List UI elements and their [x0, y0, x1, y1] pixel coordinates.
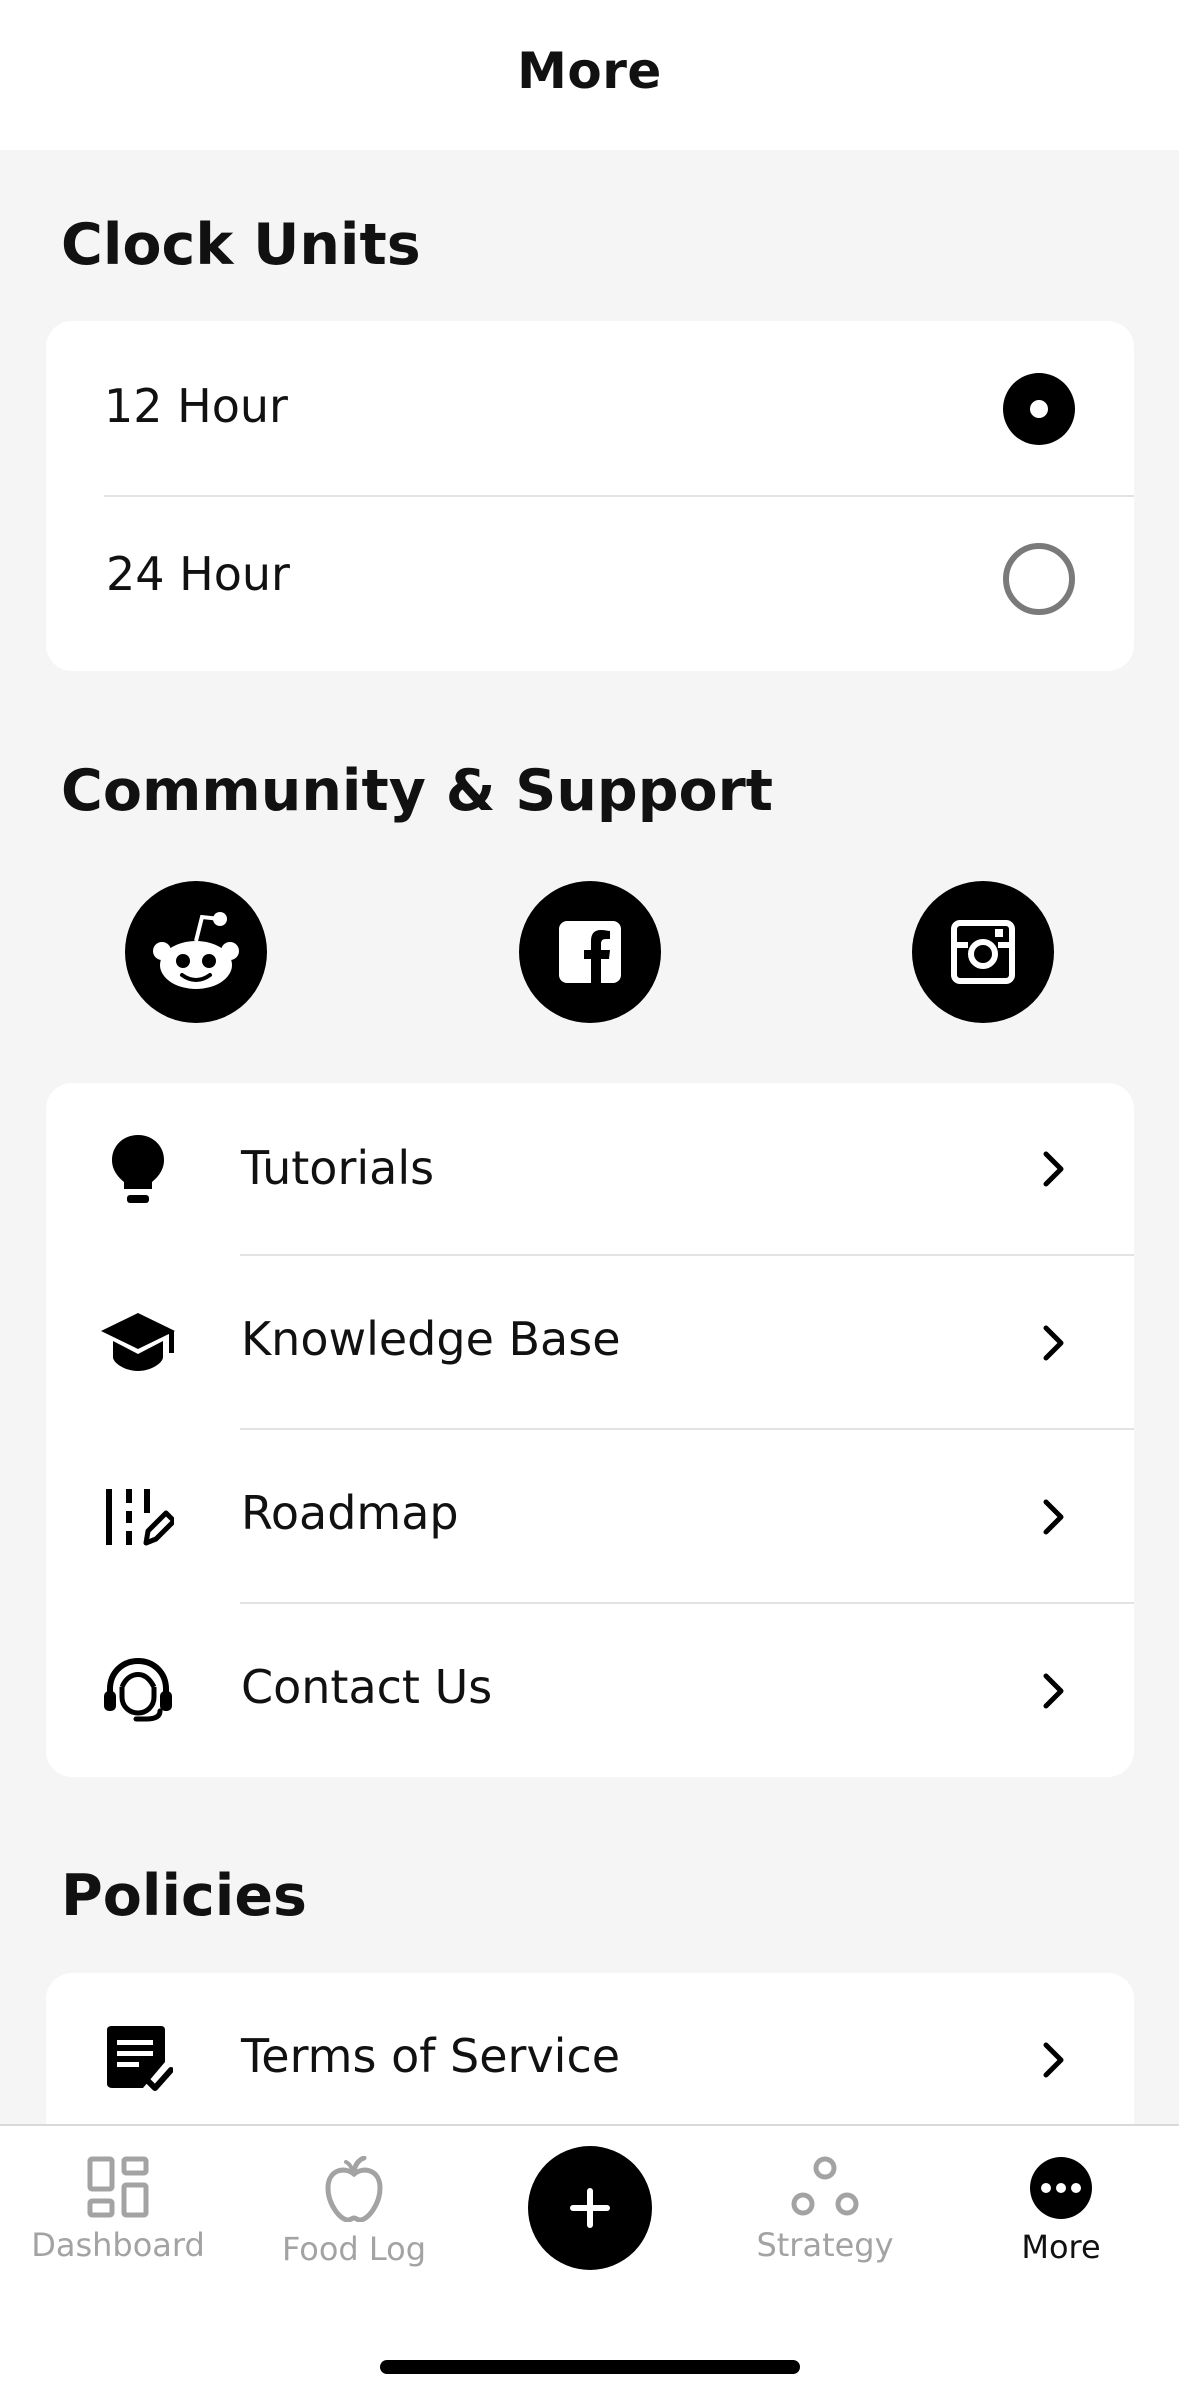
tab-label: More — [1021, 2228, 1101, 2266]
menu-item-contact-us[interactable]: Contact Us — [46, 1604, 1134, 1777]
menu-item-terms-of-service[interactable]: Terms of Service — [46, 1973, 1134, 2147]
chevron-right-icon — [1034, 1323, 1074, 1363]
tab-label: Food Log — [281, 2230, 427, 2268]
clock-option-12-hour[interactable]: 12 Hour — [46, 321, 1134, 495]
menu-item-label: Roadmap — [241, 1486, 459, 1540]
dashboard-icon — [87, 2156, 149, 2218]
plus-icon — [570, 2188, 610, 2228]
radio-selected-icon[interactable] — [1003, 373, 1075, 445]
menu-item-label: Knowledge Base — [241, 1312, 621, 1366]
headset-icon — [98, 1650, 178, 1730]
clock-option-label: 12 Hour — [104, 379, 288, 433]
instagram-button[interactable] — [912, 881, 1054, 1023]
tab-dashboard[interactable]: Dashboard — [0, 2156, 236, 2264]
community-support-title: Community & Support — [61, 758, 774, 824]
reddit-icon — [153, 912, 239, 989]
menu-item-knowledge-base[interactable]: Knowledge Base — [46, 1256, 1134, 1430]
menu-item-label: Contact Us — [241, 1660, 493, 1714]
lightbulb-icon — [98, 1129, 178, 1209]
menu-item-roadmap[interactable]: Roadmap — [46, 1430, 1134, 1604]
facebook-button[interactable] — [519, 881, 661, 1023]
menu-item-label: Terms of Service — [241, 2029, 621, 2083]
tab-more[interactable]: More — [943, 2156, 1179, 2266]
menu-item-label: Tutorials — [241, 1141, 435, 1195]
radio-unselected-icon[interactable] — [1003, 543, 1075, 615]
clock-units-card: 12 Hour 24 Hour — [46, 321, 1134, 671]
home-indicator — [380, 2360, 800, 2374]
document-check-icon — [98, 2019, 178, 2099]
chevron-right-icon — [1034, 1497, 1074, 1537]
tab-label: Strategy — [756, 2226, 894, 2264]
chevron-right-icon — [1034, 1671, 1074, 1711]
chevron-right-icon — [1034, 2040, 1074, 2080]
top-bar: More — [0, 0, 1179, 150]
reddit-button[interactable] — [125, 881, 267, 1023]
more-icon — [1030, 2157, 1092, 2219]
tab-food-log[interactable]: Food Log — [236, 2156, 472, 2268]
clock-units-title: Clock Units — [61, 212, 421, 278]
tab-strategy[interactable]: Strategy — [707, 2156, 943, 2264]
menu-item-tutorials[interactable]: Tutorials — [46, 1083, 1134, 1256]
add-button[interactable] — [528, 2146, 652, 2270]
clock-option-24-hour[interactable]: 24 Hour — [46, 497, 1134, 671]
apple-icon — [325, 2156, 383, 2222]
bottom-tab-bar: Dashboard Food Log Strategy More — [0, 2124, 1179, 2396]
clock-option-label: 24 Hour — [106, 547, 290, 601]
graduation-cap-icon — [98, 1302, 178, 1382]
roadmap-icon — [98, 1476, 178, 1556]
chevron-right-icon — [1034, 1149, 1074, 1189]
instagram-icon — [951, 920, 1015, 984]
policies-title: Policies — [61, 1863, 307, 1929]
community-menu-card: Tutorials Knowledge Base Roadmap Contact… — [46, 1083, 1134, 1777]
strategy-icon — [791, 2156, 859, 2216]
facebook-icon — [559, 921, 621, 983]
page-title: More — [517, 42, 662, 100]
tab-label: Dashboard — [31, 2226, 205, 2264]
